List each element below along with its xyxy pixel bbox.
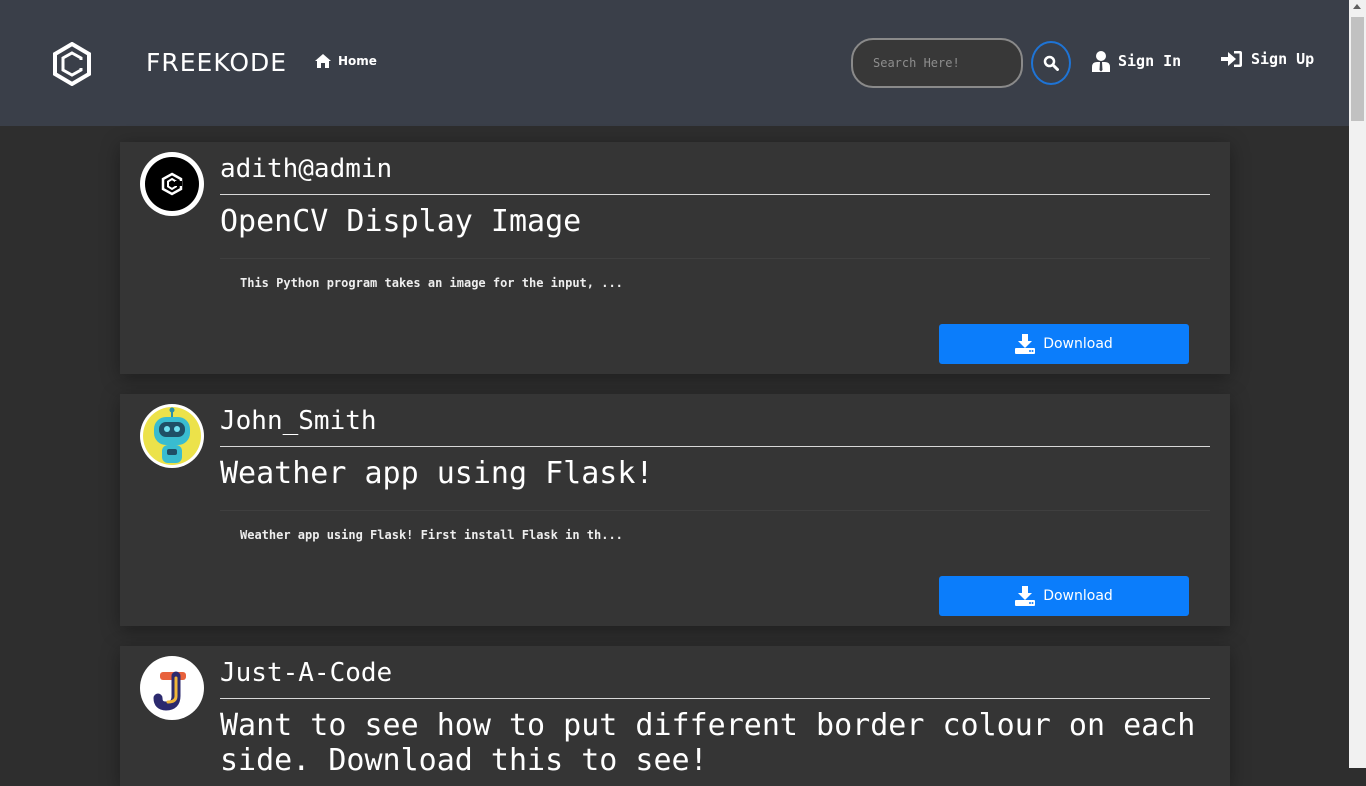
download-icon [1015, 334, 1036, 354]
avatar[interactable] [140, 404, 204, 468]
divider [220, 510, 1210, 511]
freekode-logo-icon [145, 157, 199, 211]
post-title[interactable]: Weather app using Flask! [220, 454, 653, 494]
sign-up-label: Sign Up [1251, 50, 1315, 68]
search-input[interactable] [851, 38, 1023, 88]
avatar[interactable] [140, 656, 204, 720]
post-author[interactable]: adith@admin [220, 152, 392, 186]
sign-in-arrow-icon [1221, 51, 1242, 67]
brand-name[interactable]: FREEKODE [146, 48, 287, 78]
nav-home-link[interactable]: Home [314, 53, 377, 69]
divider [220, 698, 1210, 699]
post-title[interactable]: OpenCV Display Image [220, 202, 581, 242]
sign-up-link[interactable]: Sign Up [1221, 50, 1314, 68]
search-button[interactable] [1031, 41, 1071, 85]
post-description: This Python program takes an image for t… [240, 276, 623, 290]
post-card: Just-A-Code Want to see how to put diffe… [120, 646, 1230, 786]
avatar[interactable] [140, 152, 204, 216]
scrollbar-thumb[interactable] [1351, 17, 1364, 121]
post-author[interactable]: Just-A-Code [220, 656, 392, 690]
divider [220, 194, 1210, 195]
divider [220, 446, 1210, 447]
download-button[interactable]: Download [939, 324, 1189, 364]
post-title-line: Want to see how to put different border … [220, 708, 1196, 743]
download-label: Download [1043, 336, 1113, 352]
download-label: Download [1043, 588, 1113, 604]
post-description: Weather app using Flask! First install F… [240, 528, 623, 542]
sign-in-label: Sign In [1118, 52, 1182, 70]
home-icon [315, 54, 331, 68]
download-icon [1015, 586, 1036, 606]
j-letter-avatar-icon [153, 671, 186, 711]
freekode-logo-icon[interactable] [52, 42, 92, 86]
home-label: Home [338, 54, 377, 68]
robot-avatar-icon [143, 407, 201, 465]
download-button[interactable]: Download [939, 576, 1189, 616]
scroll-up-arrow-icon[interactable] [1353, 4, 1361, 9]
divider [220, 258, 1210, 259]
post-card: John_Smith Weather app using Flask! Weat… [120, 394, 1230, 626]
sign-in-link[interactable]: Sign In [1092, 50, 1181, 72]
post-author[interactable]: John_Smith [220, 404, 377, 438]
post-card: adith@admin OpenCV Display Image This Py… [120, 142, 1230, 374]
search-icon [1043, 55, 1059, 71]
post-title-line: side. Download this to see! [220, 743, 708, 778]
page-scrollbar[interactable] [1349, 0, 1366, 768]
user-icon [1092, 51, 1110, 72]
navbar: FREEKODE Home Sign In Sign Up [0, 0, 1349, 126]
